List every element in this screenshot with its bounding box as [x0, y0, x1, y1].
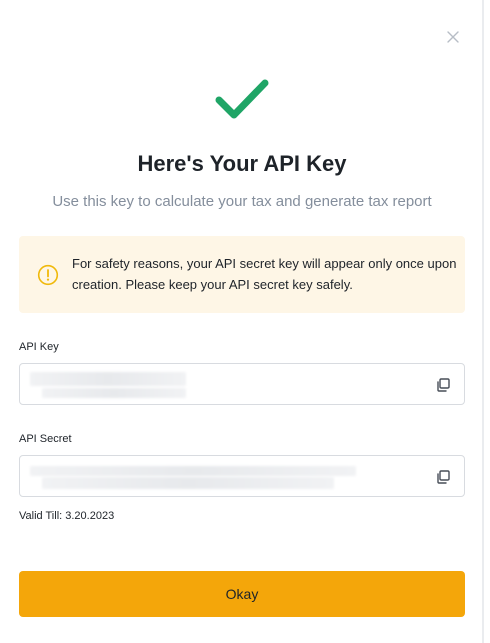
api-secret-masked-value — [30, 466, 356, 476]
info-circle-icon — [37, 264, 59, 286]
dialog-title: Here's Your API Key — [137, 151, 347, 176]
api-secret-label: API Secret — [19, 433, 72, 445]
api-key-dialog: Here's Your API Key Use this key to calc… — [0, 0, 484, 643]
checkmark-icon — [215, 79, 269, 119]
api-key-masked-value — [30, 372, 186, 386]
api-secret-field[interactable] — [19, 455, 465, 497]
safety-notice: For safety reasons, your API secret key … — [19, 236, 465, 313]
okay-button[interactable]: Okay — [19, 571, 465, 617]
valid-till-text: Valid Till: 3.20.2023 — [19, 510, 115, 522]
api-key-field[interactable] — [19, 363, 465, 405]
close-icon[interactable] — [444, 28, 462, 46]
notice-text: For safety reasons, your API secret key … — [72, 256, 457, 292]
api-key-label: API Key — [19, 341, 59, 353]
api-key-masked-value-line — [42, 388, 186, 398]
api-secret-masked-value-line — [42, 477, 334, 489]
copy-icon[interactable] — [435, 377, 451, 393]
copy-icon[interactable] — [435, 469, 451, 485]
dialog-subtitle: Use this key to calculate your tax and g… — [52, 193, 432, 210]
